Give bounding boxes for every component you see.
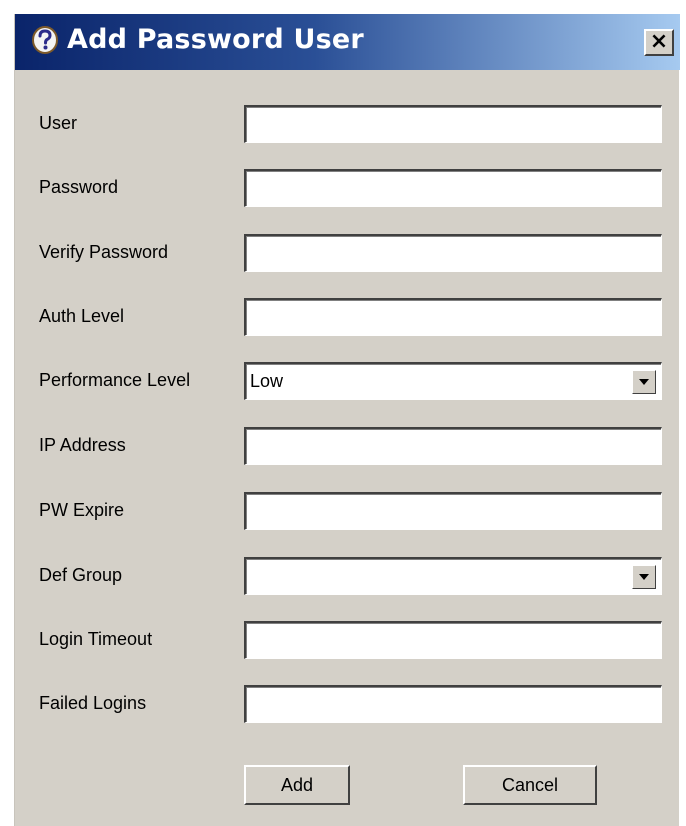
failed-logins-input[interactable] [244, 685, 662, 723]
login-timeout-label: Login Timeout [39, 629, 153, 649]
performance-level-label: Performance Level [39, 370, 191, 390]
title-bar[interactable]: Add Password User × [15, 14, 680, 70]
def-group-dropdown-button[interactable] [632, 565, 656, 589]
close-icon: × [649, 29, 669, 54]
def-group-label: Def Group [39, 565, 123, 585]
verify-password-input[interactable] [244, 234, 662, 272]
auth-level-label: Auth Level [39, 306, 125, 326]
ip-address-input[interactable] [244, 427, 662, 465]
failed-logins-label: Failed Logins [39, 693, 147, 713]
password-input[interactable] [244, 169, 662, 207]
performance-level-dropdown-button[interactable] [632, 370, 656, 394]
pw-expire-label: PW Expire [39, 500, 125, 520]
login-timeout-input[interactable] [244, 621, 662, 659]
chevron-down-icon [639, 379, 649, 385]
dialog-title: Add Password User [67, 24, 364, 55]
password-label: Password [39, 177, 119, 197]
user-label: User [39, 113, 78, 133]
auth-level-input[interactable] [244, 298, 662, 336]
add-password-user-dialog: Add Password User × User Password Verify… [14, 14, 680, 826]
pw-expire-input[interactable] [244, 492, 662, 530]
performance-level-select[interactable]: Low [244, 362, 662, 400]
verify-password-label: Verify Password [39, 242, 169, 262]
performance-level-value: Low [250, 371, 284, 391]
close-button[interactable]: × [644, 29, 674, 56]
user-input[interactable] [244, 105, 662, 143]
def-group-select[interactable] [244, 557, 662, 595]
chevron-down-icon [639, 574, 649, 580]
ip-address-label: IP Address [39, 435, 126, 455]
cancel-button[interactable]: Cancel [463, 765, 597, 805]
add-button[interactable]: Add [244, 765, 350, 805]
help-question-icon [31, 25, 59, 55]
